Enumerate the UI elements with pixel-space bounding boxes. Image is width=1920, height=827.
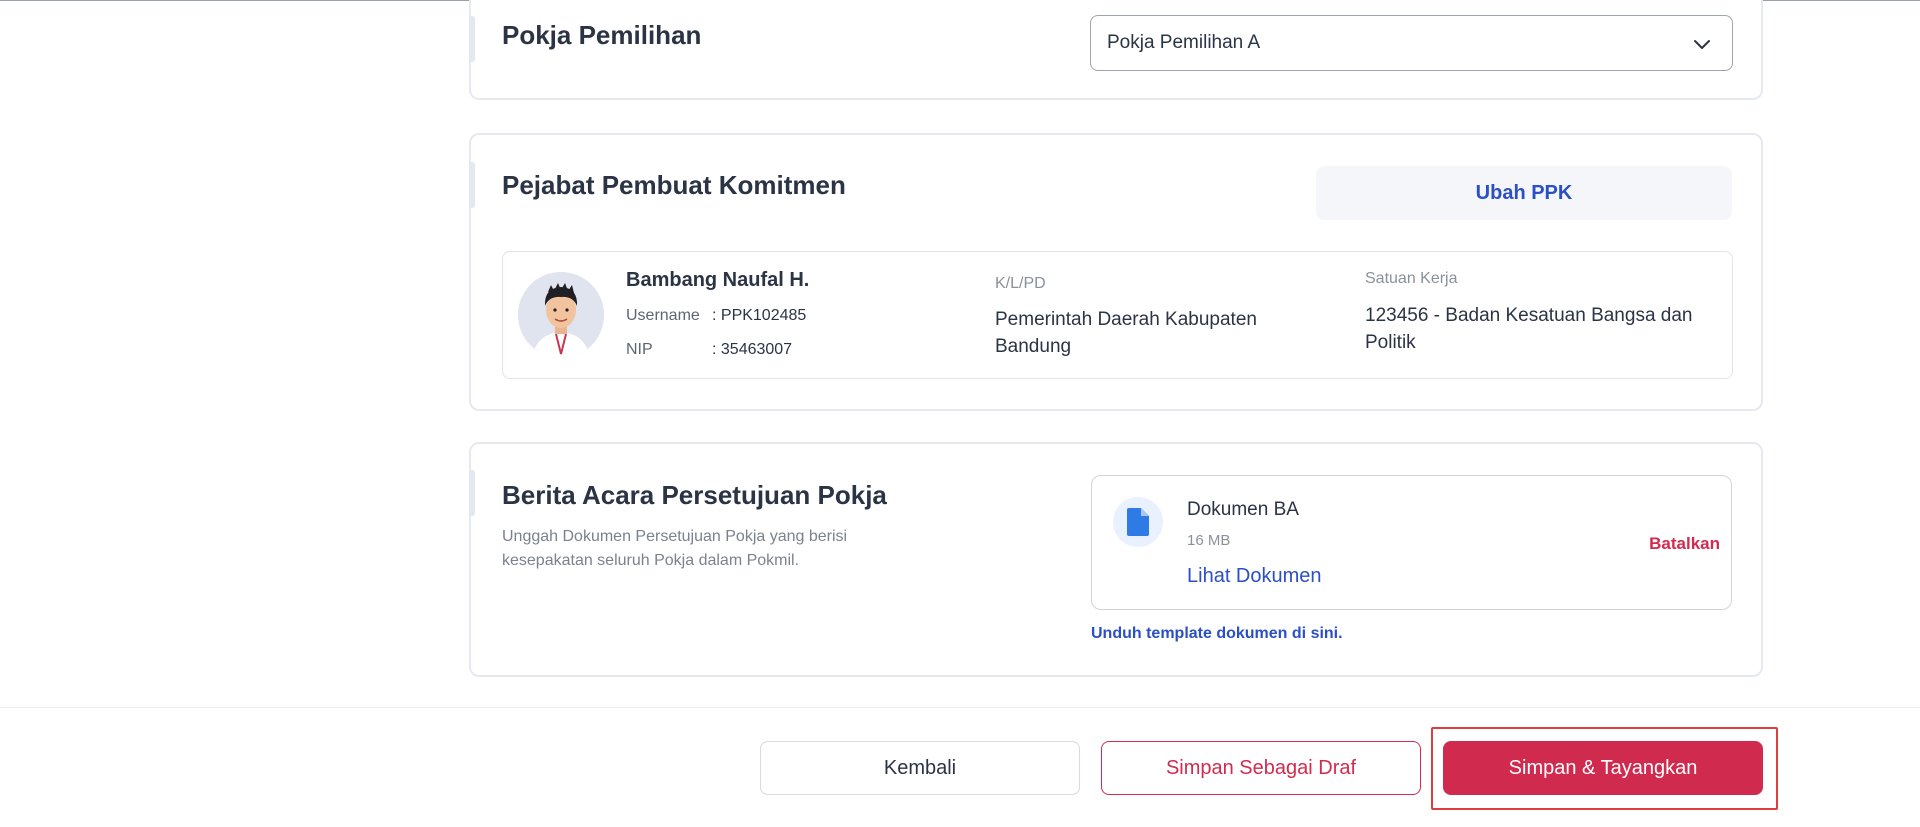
pokja-select-value: Pokja Pemilihan A: [1107, 32, 1261, 53]
username-value: : PPK102485: [712, 307, 807, 324]
document-icon-wrapper: [1113, 497, 1163, 547]
ppk-title: Pejabat Pembuat Komitmen: [502, 170, 846, 200]
section-accent: [469, 162, 475, 208]
document-size: 16 MB: [1187, 532, 1231, 549]
avatar: [518, 272, 604, 358]
pokja-pemilihan-select[interactable]: Pokja Pemilihan A: [1090, 15, 1733, 71]
change-ppk-button[interactable]: Ubah PPK: [1316, 166, 1732, 220]
berita-acara-card: Berita Acara Persetujuan Pokja Unggah Do…: [469, 442, 1763, 677]
pokja-pemilihan-title: Pokja Pemilihan: [502, 20, 702, 50]
kl-pd-value: Pemerintah Daerah Kabupaten Bandung: [995, 309, 1257, 357]
save-publish-button[interactable]: Simpan & Tayangkan: [1443, 741, 1763, 795]
save-draft-button[interactable]: Simpan Sebagai Draf: [1101, 741, 1421, 795]
section-accent: [469, 470, 475, 516]
kl-pd-label: K/L/PD: [995, 275, 1046, 292]
section-accent: [469, 16, 475, 62]
pokja-pemilihan-card: Pokja Pemilihan Pokja Pemilihan A: [469, 0, 1763, 100]
download-template-link[interactable]: Unduh template dokumen di sini.: [1091, 625, 1343, 643]
berita-acara-title: Berita Acara Persetujuan Pokja: [502, 480, 887, 510]
document-name: Dokumen BA: [1187, 499, 1299, 520]
satuan-kerja-label: Satuan Kerja: [1365, 270, 1458, 287]
nip-value: : 35463007: [712, 341, 793, 358]
ppk-username-row: Username : PPK102485: [626, 307, 806, 325]
ppk-nip-row: NIP : 35463007: [626, 341, 792, 359]
chevron-down-icon: [1694, 40, 1710, 49]
ppk-card: Pejabat Pembuat Komitmen Ubah PPK Bamban…: [469, 133, 1763, 411]
berita-acara-description: Unggah Dokumen Persetujuan Pokja yang be…: [502, 528, 848, 569]
uploaded-document: Dokumen BA 16 MB Lihat Dokumen Batalkan: [1091, 475, 1732, 610]
satuan-kerja-value: 123456 - Badan Kesatuan Bangsa dan Polit…: [1365, 305, 1693, 353]
cancel-upload-button[interactable]: Batalkan: [1649, 534, 1720, 554]
username-label: Username: [626, 307, 700, 324]
ppk-profile-card: Bambang Naufal H. Username : PPK102485 NI…: [502, 251, 1733, 379]
ppk-name: Bambang Naufal H.: [626, 269, 810, 291]
back-button[interactable]: Kembali: [760, 741, 1080, 795]
footer-action-bar: Kembali Simpan Sebagai Draf Simpan & Tay…: [0, 707, 1920, 827]
file-icon: [1127, 508, 1149, 536]
nip-label: NIP: [626, 341, 653, 358]
person-illustration-icon: [518, 272, 604, 358]
view-document-link[interactable]: Lihat Dokumen: [1187, 565, 1322, 588]
